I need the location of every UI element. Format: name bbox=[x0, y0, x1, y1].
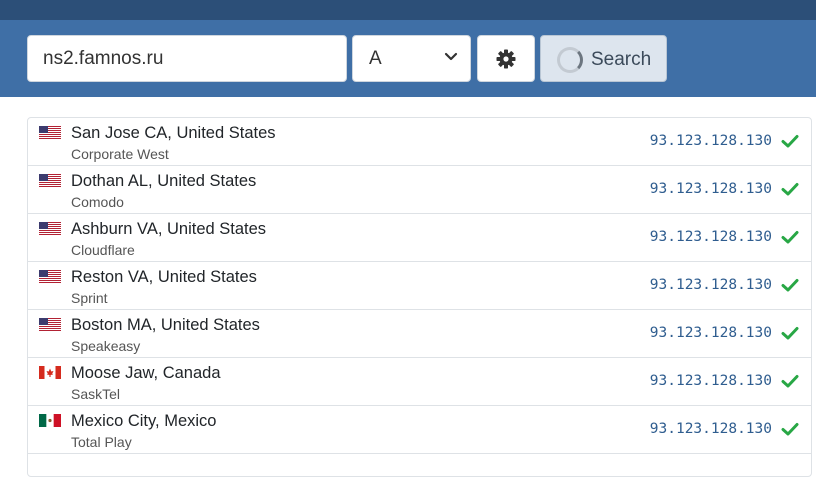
us-flag-icon bbox=[39, 222, 61, 235]
result-row: Dothan AL, United States Comodo 93.123.1… bbox=[28, 166, 811, 214]
results-list: San Jose CA, United States Corporate Wes… bbox=[27, 117, 812, 477]
result-row: Mexico City, Mexico Total Play 93.123.12… bbox=[28, 406, 811, 454]
result-row: Ashburn VA, United States Cloudflare 93.… bbox=[28, 214, 811, 262]
check-icon bbox=[781, 231, 799, 244]
check-icon bbox=[781, 327, 799, 340]
chevron-down-icon bbox=[444, 52, 458, 61]
ip-address: 93.123.128.130 bbox=[649, 277, 772, 293]
ip-address: 93.123.128.130 bbox=[649, 181, 772, 197]
check-icon bbox=[781, 183, 799, 196]
ip-address: 93.123.128.130 bbox=[649, 325, 772, 341]
us-flag-icon bbox=[39, 318, 61, 331]
provider-label: SaskTel bbox=[71, 386, 121, 402]
provider-label: Comodo bbox=[71, 194, 124, 210]
search-button-label: Search bbox=[591, 49, 652, 70]
result-row: Reston VA, United States Sprint 93.123.1… bbox=[28, 262, 811, 310]
ip-address: 93.123.128.130 bbox=[649, 229, 772, 245]
provider-label: Corporate West bbox=[71, 146, 169, 162]
provider-label: Speakeasy bbox=[71, 338, 141, 354]
settings-button[interactable] bbox=[477, 35, 535, 82]
provider-label: Total Play bbox=[71, 434, 132, 450]
provider-label: Sprint bbox=[71, 290, 108, 306]
location-label: San Jose CA, United States bbox=[71, 124, 276, 142]
location-label: Mexico City, Mexico bbox=[71, 412, 217, 430]
ca-flag-icon bbox=[39, 366, 61, 379]
location-label: Dothan AL, United States bbox=[71, 172, 257, 190]
ip-address: 93.123.128.130 bbox=[649, 373, 772, 389]
location-label: Boston MA, United States bbox=[71, 316, 260, 334]
us-flag-icon bbox=[39, 270, 61, 283]
loading-spinner-icon bbox=[557, 47, 583, 73]
location-label: Ashburn VA, United States bbox=[71, 220, 267, 238]
hostname-input[interactable] bbox=[27, 35, 347, 82]
top-nav-bar bbox=[0, 0, 816, 20]
record-type-value: A bbox=[369, 48, 382, 69]
check-icon bbox=[781, 135, 799, 148]
result-row: Moose Jaw, Canada SaskTel 93.123.128.130 bbox=[28, 358, 811, 406]
mx-flag-icon bbox=[39, 414, 61, 427]
check-icon bbox=[781, 375, 799, 388]
result-row: Boston MA, United States Speakeasy 93.12… bbox=[28, 310, 811, 358]
ip-address: 93.123.128.130 bbox=[649, 133, 772, 149]
provider-label: Cloudflare bbox=[71, 242, 135, 258]
check-icon bbox=[781, 423, 799, 436]
result-row: San Jose CA, United States Corporate Wes… bbox=[28, 118, 811, 166]
us-flag-icon bbox=[39, 126, 61, 139]
ip-address: 93.123.128.130 bbox=[649, 421, 772, 437]
gear-icon bbox=[496, 49, 516, 69]
record-type-select[interactable]: A bbox=[352, 35, 471, 82]
search-button[interactable]: Search bbox=[540, 35, 667, 82]
location-label: Reston VA, United States bbox=[71, 268, 257, 286]
us-flag-icon bbox=[39, 174, 61, 187]
check-icon bbox=[781, 279, 799, 292]
location-label: Moose Jaw, Canada bbox=[71, 364, 221, 382]
